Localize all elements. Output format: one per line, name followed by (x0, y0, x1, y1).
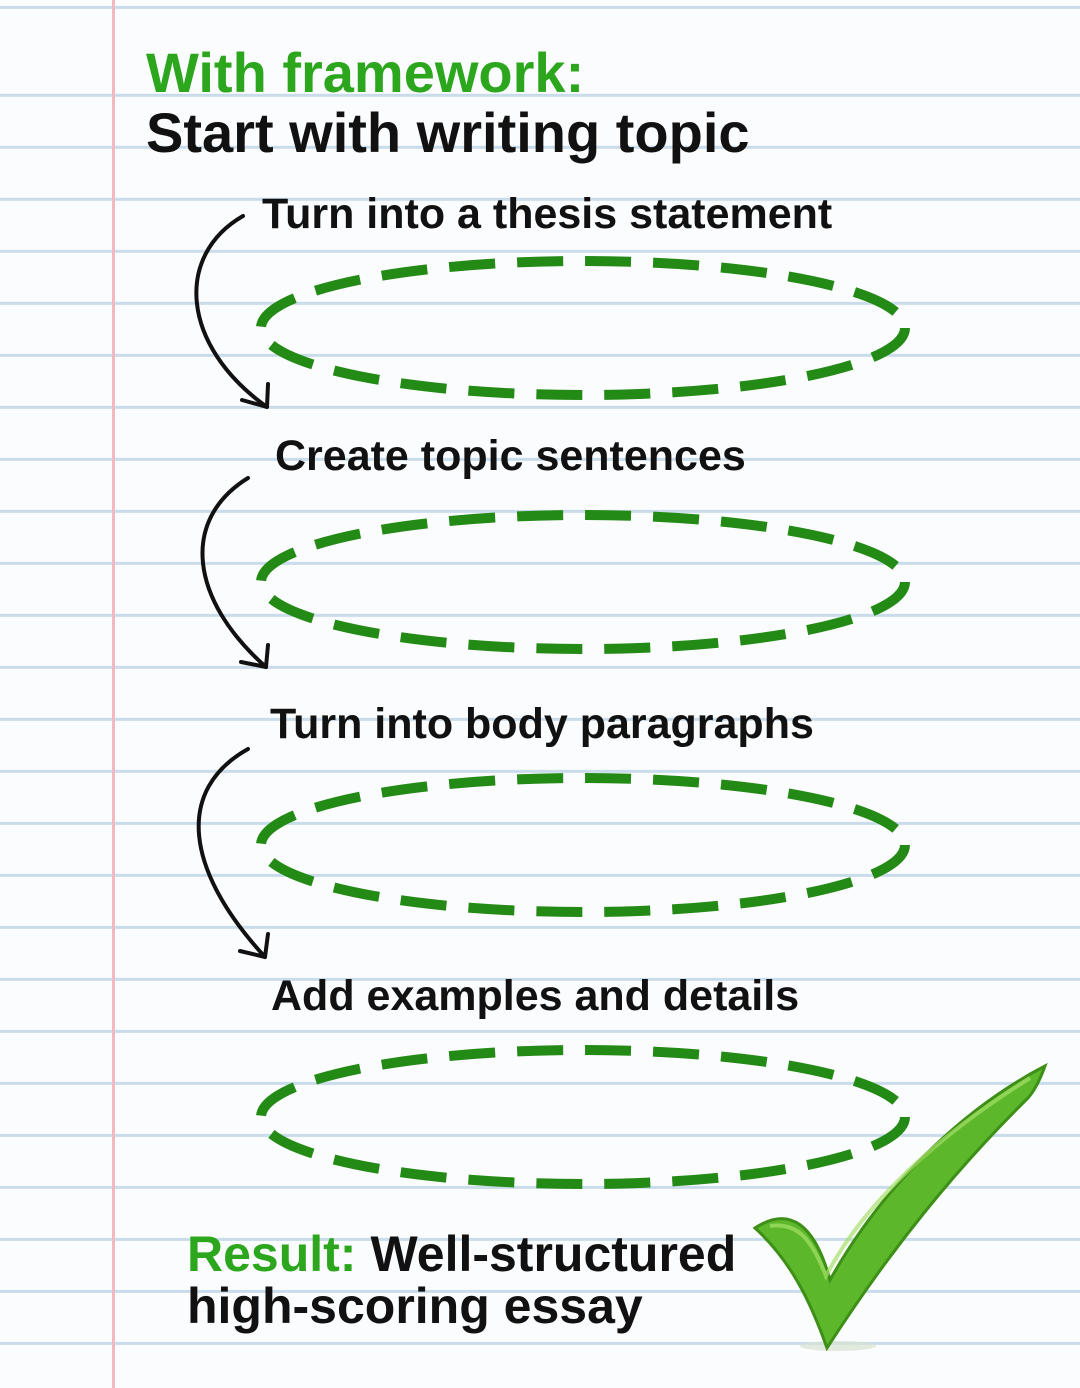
curved-down-arrow-icon (200, 476, 270, 669)
dashed-oval-1 (256, 256, 910, 400)
result-label: Result: (187, 1226, 357, 1282)
result-statement: Result: Well-structured high-scoring essa… (187, 1228, 736, 1332)
curved-down-arrow-icon (194, 214, 270, 409)
curved-down-arrow-icon (196, 747, 270, 959)
green-checkmark-icon (752, 1062, 1048, 1352)
diagram-graphics (194, 214, 1048, 1352)
result-text-line1: Well-structured (370, 1226, 737, 1282)
dashed-ovals (256, 256, 910, 1189)
dashed-oval-2 (256, 510, 910, 654)
dashed-oval-4 (256, 1045, 910, 1189)
dashed-oval-3 (256, 773, 910, 917)
result-text-line2: high-scoring essay (187, 1278, 643, 1334)
